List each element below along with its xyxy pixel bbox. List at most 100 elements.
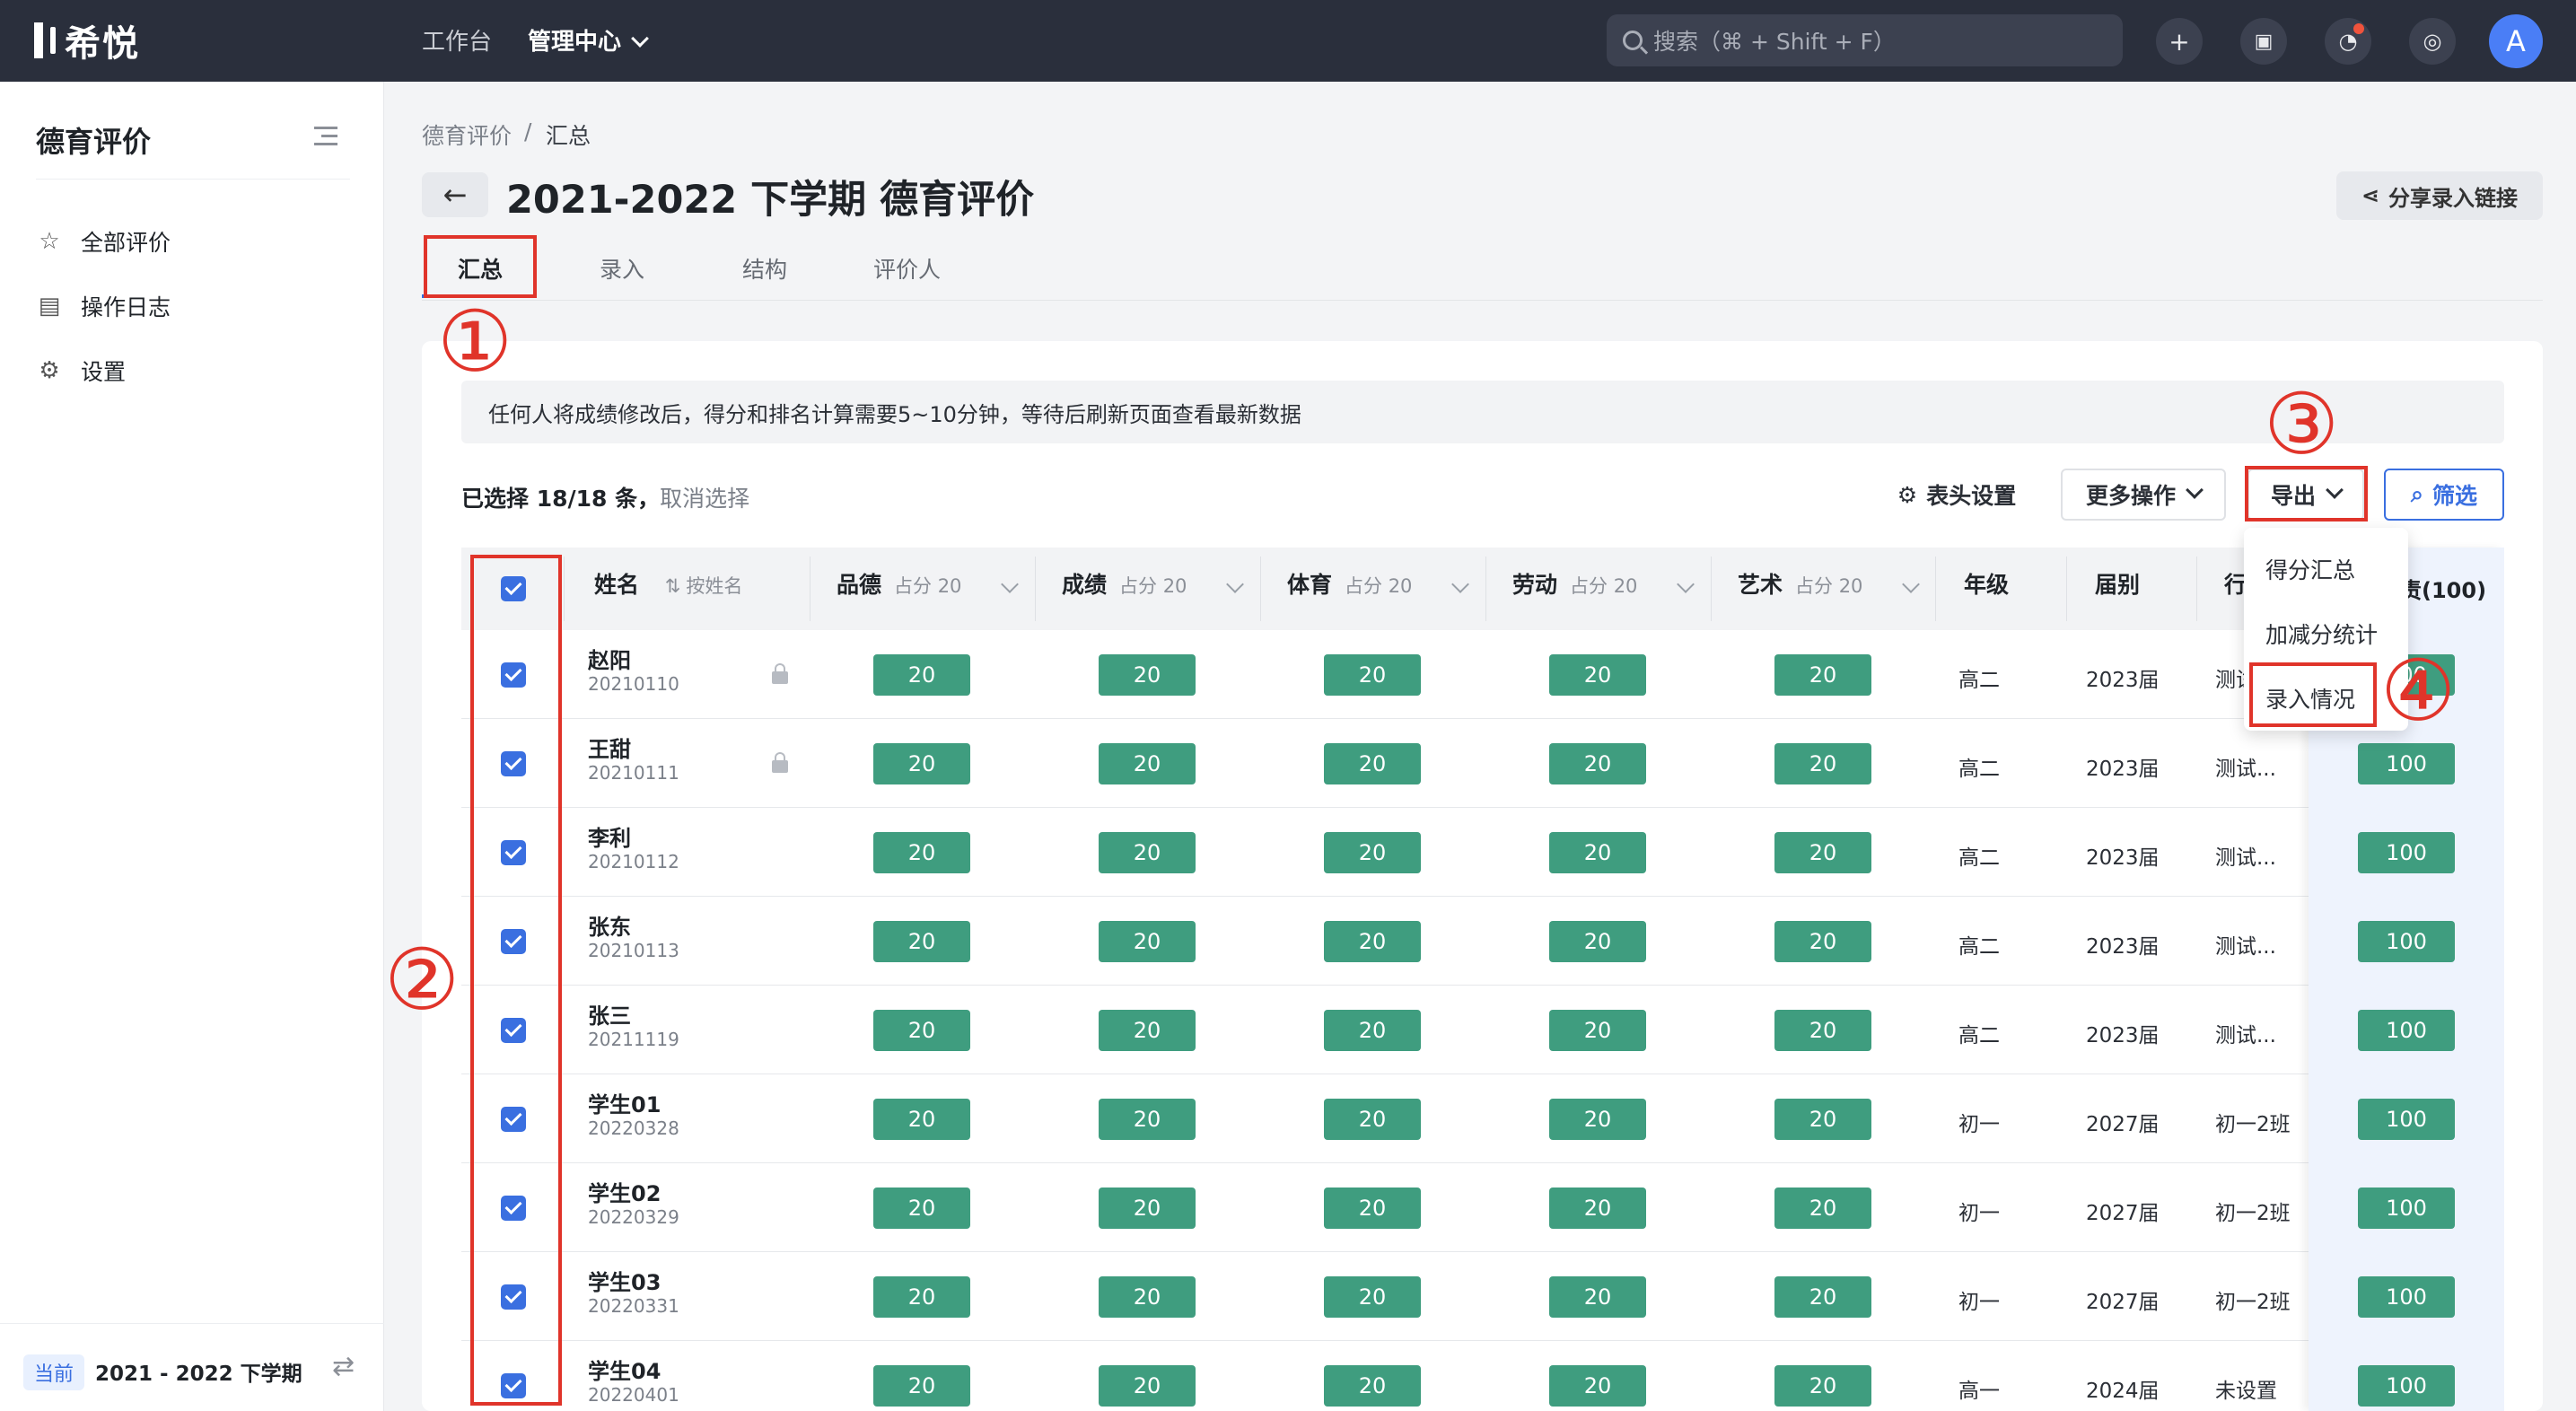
table-row[interactable] [461, 1074, 2504, 1163]
sidebar-item-operation-log[interactable]: ▤ 操作日志 [36, 290, 171, 322]
breadcrumb-root[interactable]: 德育评价 [422, 118, 512, 151]
score-pinde[interactable]: 20 [873, 1098, 970, 1140]
score-tiyu[interactable]: 20 [1324, 831, 1421, 873]
score-chengji[interactable]: 20 [1099, 831, 1196, 873]
column-header-tiyu[interactable]: 体育 占分 20 [1287, 567, 1412, 600]
score-pinde[interactable]: 20 [873, 1009, 970, 1051]
score-tiyu[interactable]: 20 [1324, 742, 1421, 784]
global-search[interactable]: 搜索（⌘ + Shift + F） [1607, 14, 2123, 66]
tab-structure[interactable]: 结构 [742, 252, 787, 285]
filter-button[interactable]: ⌕ 筛选 [2384, 469, 2504, 521]
score-pinde[interactable]: 20 [873, 742, 970, 784]
share-entry-link-button[interactable]: ⋖ 分享录入链接 [2336, 171, 2543, 220]
total-score[interactable]: 100 [2358, 1098, 2455, 1140]
score-tiyu[interactable]: 20 [1324, 1009, 1421, 1051]
app-logo[interactable]: 希悦 [34, 18, 140, 65]
score-laodong[interactable]: 20 [1549, 1009, 1646, 1051]
student-name[interactable]: 学生01 [588, 1087, 661, 1118]
student-name[interactable]: 学生02 [588, 1176, 661, 1207]
cancel-selection-link[interactable]: 取消选择 [660, 486, 749, 512]
menu-item-bonus-stats[interactable]: 加减分统计 [2265, 618, 2378, 650]
score-yishu[interactable]: 20 [1774, 1098, 1871, 1140]
table-row[interactable] [461, 719, 2504, 808]
student-name[interactable]: 张东 [588, 909, 631, 941]
column-header-yishu[interactable]: 艺术 占分 20 [1738, 567, 1862, 600]
score-laodong[interactable]: 20 [1549, 831, 1646, 873]
total-score[interactable]: 100 [2358, 1275, 2455, 1318]
table-row[interactable] [461, 986, 2504, 1074]
table-row[interactable] [461, 630, 2504, 719]
menu-item-score-summary[interactable]: 得分汇总 [2265, 553, 2355, 585]
score-laodong[interactable]: 20 [1549, 1098, 1646, 1140]
more-actions-button[interactable]: 更多操作 [2061, 469, 2226, 521]
sidebar-item-settings[interactable]: ⚙ 设置 [36, 355, 126, 387]
column-header-name[interactable]: 姓名 ⇅ 按姓名 [594, 567, 742, 600]
column-header-total[interactable]: 责(100) [2400, 573, 2486, 604]
tab-entry[interactable]: 录入 [600, 252, 644, 285]
score-pinde[interactable]: 20 [873, 831, 970, 873]
score-chengji[interactable]: 20 [1099, 742, 1196, 784]
column-settings-button[interactable]: ⚙ 表头设置 [1885, 469, 2028, 521]
column-header-grade[interactable]: 年级 [1964, 567, 2009, 600]
score-yishu[interactable]: 20 [1774, 920, 1871, 962]
score-laodong[interactable]: 20 [1549, 742, 1646, 784]
score-chengji[interactable]: 20 [1099, 653, 1196, 696]
table-row[interactable] [461, 1252, 2504, 1341]
score-tiyu[interactable]: 20 [1324, 653, 1421, 696]
table-row[interactable] [461, 1341, 2504, 1411]
score-yishu[interactable]: 20 [1774, 653, 1871, 696]
score-laodong[interactable]: 20 [1549, 920, 1646, 962]
avatar[interactable]: A [2489, 14, 2543, 68]
total-score[interactable]: 100 [2358, 1009, 2455, 1051]
score-yishu[interactable]: 20 [1774, 1187, 1871, 1229]
total-score[interactable]: 100 [2358, 831, 2455, 873]
table-row[interactable] [461, 897, 2504, 986]
score-laodong[interactable]: 20 [1549, 1275, 1646, 1318]
column-header-pinde[interactable]: 品德 占分 20 [837, 567, 961, 600]
collapse-sidebar-icon[interactable] [314, 127, 337, 146]
student-name[interactable]: 赵阳 [588, 643, 631, 674]
score-tiyu[interactable]: 20 [1324, 1098, 1421, 1140]
score-chengji[interactable]: 20 [1099, 1364, 1196, 1407]
total-score[interactable]: 100 [2358, 742, 2455, 784]
student-name[interactable]: 学生04 [588, 1354, 661, 1385]
table-row[interactable] [461, 1163, 2504, 1252]
score-yishu[interactable]: 20 [1774, 1275, 1871, 1318]
score-chengji[interactable]: 20 [1099, 1275, 1196, 1318]
student-name[interactable]: 李利 [588, 820, 631, 852]
score-yishu[interactable]: 20 [1774, 1009, 1871, 1051]
student-name[interactable]: 学生03 [588, 1265, 661, 1296]
term-switcher[interactable]: 当前 2021 - 2022 下学期 ⇄ [0, 1323, 384, 1411]
score-tiyu[interactable]: 20 [1324, 920, 1421, 962]
notification-button[interactable]: ◔ [2325, 18, 2371, 65]
score-tiyu[interactable]: 20 [1324, 1364, 1421, 1407]
nav-workbench[interactable]: 工作台 [422, 23, 492, 57]
student-name[interactable]: 张三 [588, 998, 631, 1030]
help-button[interactable]: ◎ [2409, 18, 2456, 65]
score-chengji[interactable]: 20 [1099, 920, 1196, 962]
score-yishu[interactable]: 20 [1774, 831, 1871, 873]
score-pinde[interactable]: 20 [873, 920, 970, 962]
score-chengji[interactable]: 20 [1099, 1187, 1196, 1229]
total-score[interactable]: 100 [2358, 1187, 2455, 1229]
score-laodong[interactable]: 20 [1549, 653, 1646, 696]
score-pinde[interactable]: 20 [873, 1275, 970, 1318]
column-header-laodong[interactable]: 劳动 占分 20 [1512, 567, 1637, 600]
table-row[interactable] [461, 808, 2504, 897]
score-chengji[interactable]: 20 [1099, 1009, 1196, 1051]
score-yishu[interactable]: 20 [1774, 742, 1871, 784]
column-header-cohort[interactable]: 届别 [2095, 567, 2140, 600]
nav-admin-center[interactable]: 管理中心 [528, 23, 649, 57]
score-yishu[interactable]: 20 [1774, 1364, 1871, 1407]
swap-icon[interactable]: ⇄ [332, 1351, 355, 1382]
tab-evaluators[interactable]: 评价人 [873, 252, 941, 285]
total-score[interactable]: 100 [2358, 920, 2455, 962]
message-button[interactable]: ▣ [2240, 18, 2287, 65]
add-button[interactable]: + [2156, 18, 2203, 65]
score-pinde[interactable]: 20 [873, 1364, 970, 1407]
score-pinde[interactable]: 20 [873, 1187, 970, 1229]
column-header-chengji[interactable]: 成绩 占分 20 [1062, 567, 1187, 600]
score-pinde[interactable]: 20 [873, 653, 970, 696]
score-laodong[interactable]: 20 [1549, 1187, 1646, 1229]
sidebar-item-all-evaluations[interactable]: ☆ 全部评价 [36, 225, 171, 258]
